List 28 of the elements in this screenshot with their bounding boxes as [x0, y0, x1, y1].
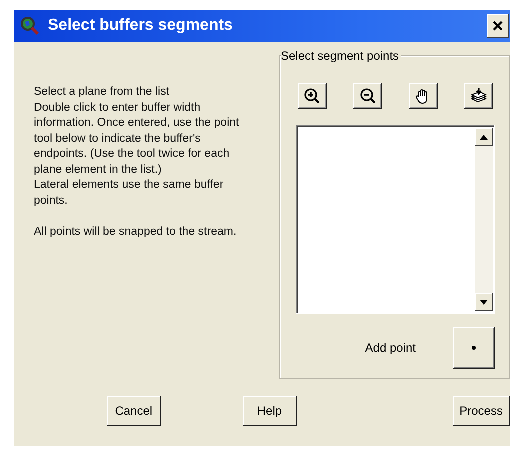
dot-icon [472, 346, 476, 350]
globe-magnifier-icon [20, 16, 40, 36]
window-title: Select buffers segments [48, 17, 234, 35]
hand-button[interactable] [408, 83, 438, 109]
add-point-label: Add point [365, 341, 416, 355]
instruction-text: Lateral elements use the same buffer points. [34, 178, 225, 208]
scroll-down-button[interactable] [475, 293, 493, 311]
group-title: Select segment points [280, 49, 402, 63]
dialog-button[interactable]: Cancel [107, 396, 161, 426]
scrollbar[interactable] [475, 128, 493, 311]
close-button[interactable] [487, 14, 509, 38]
up-arrow-icon [480, 134, 488, 140]
segment-list[interactable] [296, 125, 495, 314]
scroll-up-button[interactable] [475, 128, 493, 146]
zoom-in-icon [304, 88, 320, 104]
zoom-in-button[interactable] [298, 83, 327, 109]
zoom-out-button[interactable] [353, 83, 382, 109]
close-icon [493, 21, 503, 31]
add-point-button[interactable] [453, 327, 495, 369]
instruction-text: Double click to enter buffer width information. Once entered, use the point tool below to indicate the buffer's endpoints. (Use the tool twice for each plane element in the list.) [34, 100, 240, 178]
dialog-button[interactable]: Help [242, 396, 297, 426]
layers-button[interactable] [464, 83, 493, 109]
instruction-text: Select a plane from the list [34, 85, 171, 100]
zoom-out-icon [360, 88, 376, 104]
instruction-text: All points will be snapped to the stream. [34, 224, 238, 240]
layers-icon [470, 88, 486, 104]
dialog-button[interactable]: Process [452, 396, 510, 426]
down-arrow-icon [480, 300, 488, 304]
